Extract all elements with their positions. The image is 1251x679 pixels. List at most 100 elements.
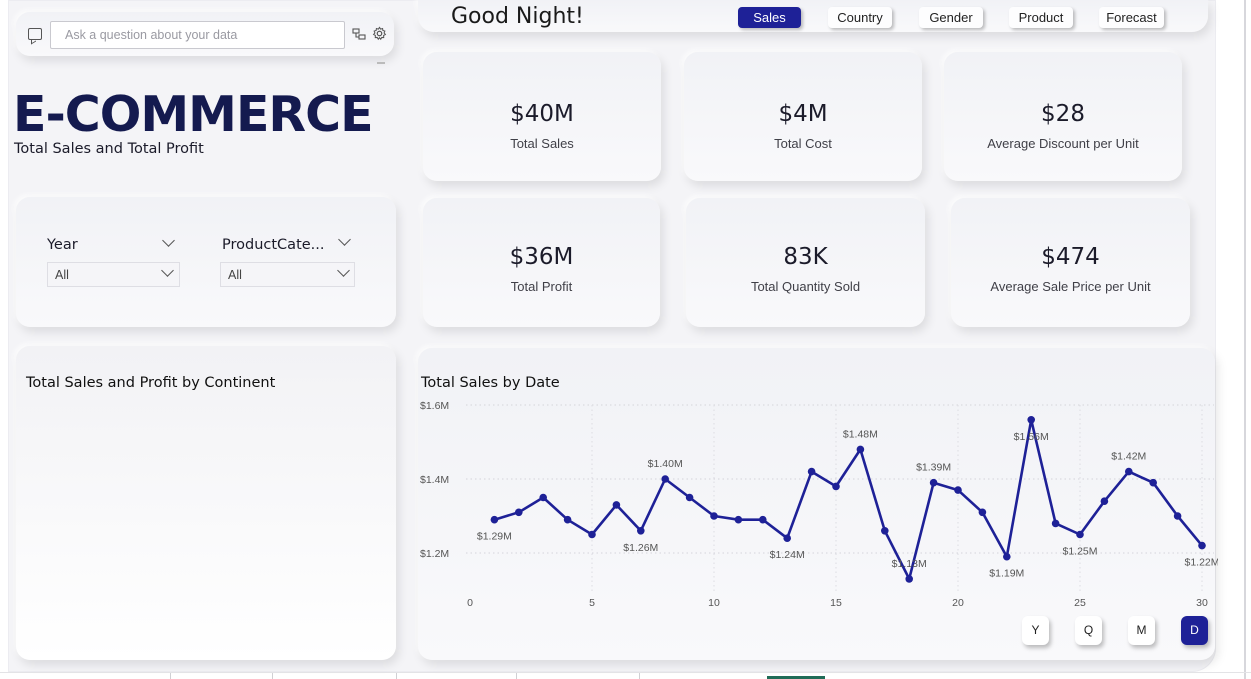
data-point [515,508,523,517]
data-label: $1.39M [916,462,951,474]
x-tick-label: 5 [589,597,595,609]
y-tick-label: $1.6M [420,400,449,412]
kpi-value: 83K [783,244,828,270]
data-point [1149,478,1157,487]
continent-card [16,346,396,660]
data-point [954,486,962,494]
kpi-total-quantity: 83K Total Quantity Sold [686,198,925,327]
sales-line-chart: $1.2M $1.4M $1.6M 0 5 10 15 20 25 30 $1.29M $1.26M $… [420,400,1218,609]
qa-input[interactable] [50,21,345,49]
x-tick-label: 10 [708,597,720,609]
data-point [929,478,938,487]
data-label: $1.13M [892,558,927,570]
chat-icon[interactable] [28,28,42,40]
data-point [1051,519,1060,528]
y-tick-label: $1.4M [420,474,449,486]
drill-month-button[interactable]: M [1128,616,1155,645]
data-point [881,527,889,535]
year-filter-label: Year [47,237,78,253]
canvas: E-COMMERCE Total Sales and Total Profit … [0,0,1251,679]
data-point [588,530,596,539]
kpi-value: $36M [509,244,574,270]
x-tick-label: 20 [952,597,964,609]
nav-country-button[interactable]: Country [828,7,892,28]
nav-product-button[interactable]: Product [1009,7,1073,28]
data-point [759,515,767,524]
greeting-text: Good Night! [451,4,584,29]
kpi-value: $28 [1041,101,1085,127]
data-label: $1.48M [843,428,878,440]
chart-title: Total Sales by Date [421,375,560,391]
kpi-label: Total Profit [510,279,573,294]
kpi-value: $474 [1041,244,1100,270]
flow-icon[interactable] [352,28,366,40]
year-dropdown[interactable]: All [47,262,180,287]
data-point [612,501,621,509]
kpi-value: $40M [510,101,574,127]
data-label: $1.24M [770,549,805,561]
data-point [685,493,694,502]
kpi-total-cost: $4M Total Cost [684,52,922,181]
kpi-total-profit: $36M Total Profit [423,198,660,327]
kpi-label: Average Sale Price per Unit [990,279,1151,294]
tab-separator [170,673,171,679]
year-dropdown-value: All [55,268,69,282]
data-point [905,575,913,583]
data-point [1173,512,1182,520]
data-point [1027,416,1035,424]
data-label: $1.19M [989,568,1024,580]
kpi-label: Average Discount per Unit [987,136,1139,151]
x-tick-label: 0 [467,597,473,609]
data-point [1076,530,1084,539]
page-subtitle: Total Sales and Total Profit [14,141,204,157]
data-point [710,512,718,520]
drill-quarter-button[interactable]: Q [1075,616,1102,645]
category-filter-label: ProductCate... [222,237,325,253]
kpi-total-sales: $40M Total Sales [423,52,661,181]
kpi-label: Total Cost [774,136,832,151]
data-point [563,515,572,524]
drill-year-button[interactable]: Y [1022,616,1049,645]
resize-handle[interactable] [377,62,385,64]
tab-separator [272,673,273,679]
data-point [661,475,669,483]
tab-separator [639,673,640,679]
data-point [856,445,865,454]
kpi-label: Total Quantity Sold [750,279,861,294]
qa-bar [16,12,394,56]
kpi-value: $4M [778,101,828,127]
category-dropdown[interactable]: All [220,262,355,287]
data-label: $1.26M [623,542,658,554]
page-title: E-COMMERCE [13,86,374,143]
data-point [734,515,743,524]
x-tick-label: 30 [1196,597,1208,609]
data-point [1198,541,1206,550]
window-border [1244,0,1246,679]
drill-day-button[interactable]: D [1181,616,1208,645]
data-point [783,534,791,542]
x-tick-label: 15 [830,597,842,609]
tab-separator [516,673,517,679]
data-point [978,508,987,517]
kpi-avg-sale-price: $474 Average Sale Price per Unit [951,198,1190,327]
nav-gender-button[interactable]: Gender [919,7,983,28]
category-dropdown-value: All [228,268,242,282]
data-point [490,515,499,524]
data-label: $1.25M [1062,546,1097,558]
nav-forecast-button[interactable]: Forecast [1099,7,1164,28]
nav-sales-button[interactable]: Sales [738,7,801,28]
kpi-avg-discount: $28 Average Discount per Unit [944,52,1182,181]
kpi-label: Total Sales [510,136,574,151]
x-tick-label: 25 [1074,597,1086,609]
data-point [1125,467,1133,476]
data-point [1100,497,1109,505]
tab-separator [396,673,397,679]
data-label: $1.22M [1184,557,1218,569]
gear-icon[interactable] [372,26,387,41]
data-label: $1.40M [648,458,683,470]
page-tabs-bar [0,672,1251,673]
data-point [1003,552,1011,561]
data-point [539,493,547,502]
data-label: $1.29M [477,531,512,543]
data-point [807,467,816,476]
